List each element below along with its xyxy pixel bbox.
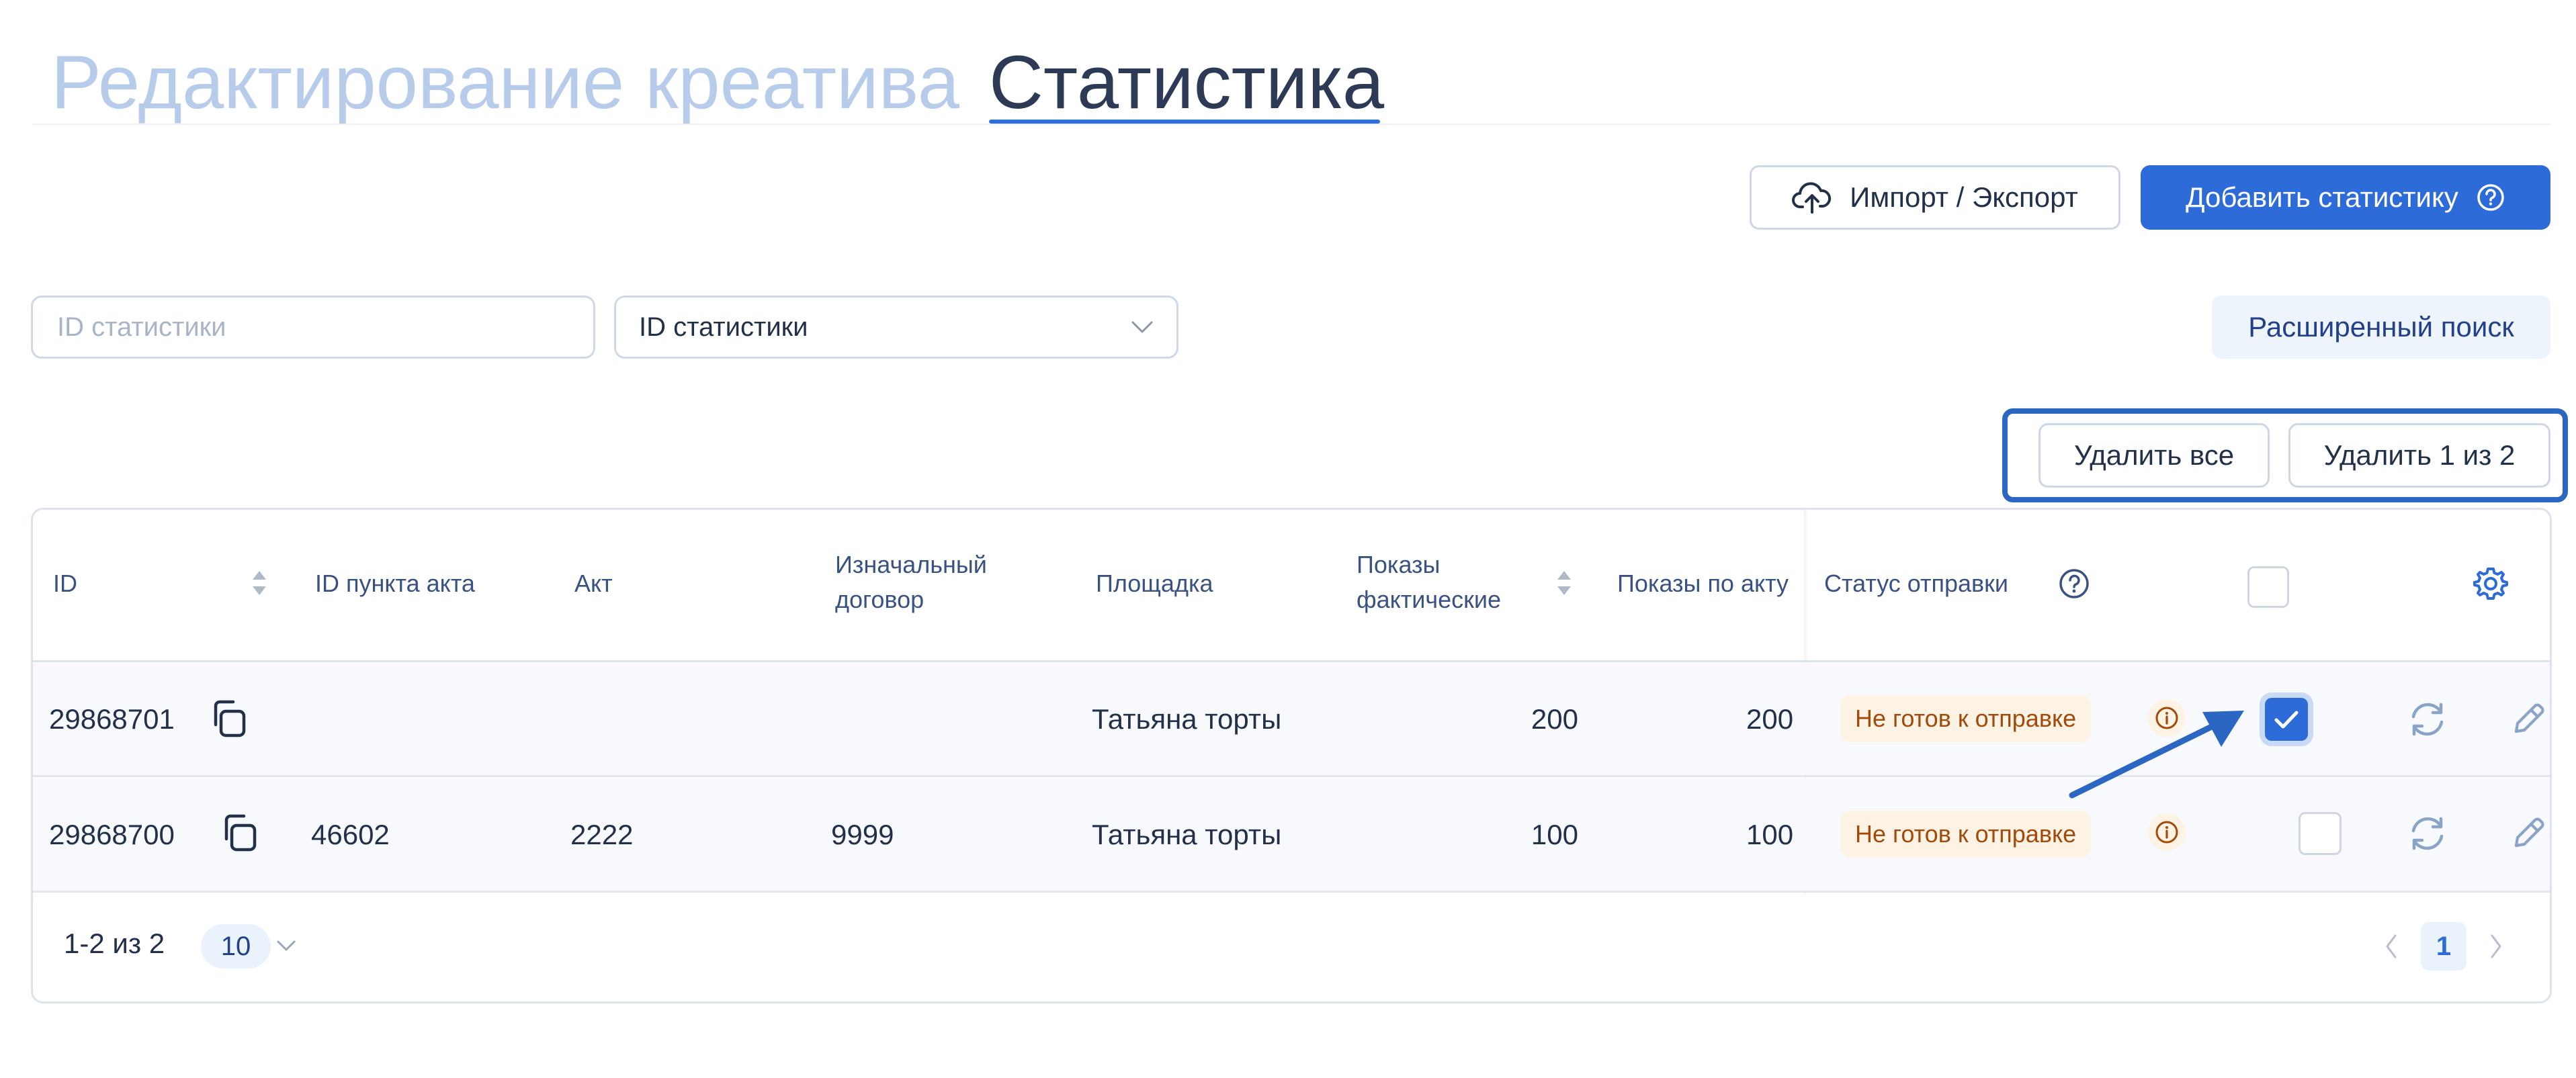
cell-impressions-by-act: 200 — [1746, 703, 1794, 735]
sort-icon[interactable] — [251, 568, 268, 598]
column-header-impressions-actual[interactable]: Показы фактические — [1357, 547, 1501, 617]
cell-act: 2222 — [570, 819, 634, 850]
column-header-original-contract: Изначальный договор — [835, 547, 987, 617]
search-field-select-value: ID статистики — [639, 312, 808, 342]
gear-icon[interactable] — [2472, 565, 2509, 602]
sort-icon[interactable] — [1555, 568, 1573, 598]
delete-all-button[interactable]: Удалить все — [2038, 423, 2270, 488]
table-header-divider — [33, 660, 2550, 662]
cell-act-item-id: 46602 — [311, 819, 390, 850]
cell-original-contract: 9999 — [831, 819, 894, 850]
page-size-value: 10 — [220, 931, 251, 961]
column-header-act-item-id: ID пункта акта — [315, 570, 475, 597]
cell-impressions-actual: 100 — [1531, 819, 1578, 850]
cell-id: 29868700 — [49, 819, 175, 850]
tab-edit-creative[interactable]: Редактирование креатива — [51, 39, 959, 126]
advanced-search-button[interactable]: Расширенный поиск — [2212, 296, 2550, 359]
statistics-id-search-field[interactable] — [31, 296, 595, 359]
cloud-upload-icon — [1792, 180, 1832, 215]
search-field-select[interactable]: ID статистики — [614, 296, 1178, 359]
advanced-search-label: Расширенный поиск — [2248, 311, 2514, 343]
cell-platform: Татьяна торты — [1092, 703, 1282, 735]
column-header-act: Акт — [574, 570, 613, 597]
row-select-checkbox[interactable] — [2299, 812, 2342, 855]
cell-platform: Татьяна торты — [1092, 819, 1282, 850]
cell-impressions-actual: 200 — [1531, 703, 1578, 735]
pencil-icon[interactable] — [2508, 699, 2548, 739]
refresh-icon[interactable] — [2406, 812, 2449, 855]
column-header-impressions-by-act: Показы по акту — [1617, 570, 1789, 597]
cell-id: 29868701 — [49, 703, 175, 735]
column-header-send-status: Статус отправки — [1824, 570, 2009, 597]
delete-all-label: Удалить все — [2073, 439, 2235, 471]
column-header-original-contract-line2: договор — [835, 586, 925, 613]
pencil-icon[interactable] — [2508, 813, 2548, 854]
page-size-select[interactable]: 10 — [201, 924, 271, 969]
row-select-checkbox[interactable] — [2265, 698, 2308, 741]
pagination-range: 1-2 из 2 — [64, 928, 165, 959]
copy-icon[interactable] — [220, 812, 260, 854]
help-circle-icon[interactable] — [2058, 568, 2090, 600]
chevron-right-icon[interactable] — [2488, 933, 2504, 960]
add-statistics-label: Добавить статистику — [2186, 181, 2458, 213]
tab-statistics[interactable]: Статистика — [989, 39, 1384, 126]
delete-selected-button[interactable]: Удалить 1 из 2 — [2288, 423, 2550, 488]
add-statistics-button[interactable]: Добавить статистику — [2141, 165, 2550, 230]
import-export-label: Импорт / Экспорт — [1850, 181, 2078, 213]
column-header-id[interactable]: ID — [53, 566, 77, 601]
column-header-impressions-actual-line2: фактические — [1357, 586, 1502, 613]
header-divider — [32, 124, 2550, 125]
page-1-button[interactable]: 1 — [2421, 922, 2466, 971]
column-header-original-contract-line1: Изначальный — [835, 551, 987, 578]
info-icon[interactable] — [2147, 812, 2187, 852]
status-badge: Не готов к отправке — [1840, 811, 2092, 858]
chevron-down-icon — [1131, 320, 1154, 334]
chevron-down-icon[interactable] — [276, 940, 296, 953]
chevron-left-icon[interactable] — [2383, 933, 2399, 960]
statistics-id-search-input[interactable] — [56, 311, 570, 343]
cell-impressions-by-act: 100 — [1746, 819, 1794, 850]
help-circle-icon — [2476, 183, 2505, 212]
import-export-button[interactable]: Импорт / Экспорт — [1750, 165, 2120, 230]
status-badge: Не готов к отправке — [1840, 695, 2092, 742]
select-all-checkbox[interactable] — [2247, 566, 2289, 608]
page-1-label: 1 — [2436, 931, 2452, 961]
column-header-platform: Площадка — [1096, 570, 1213, 597]
delete-selected-label: Удалить 1 из 2 — [2323, 439, 2516, 471]
arrow-annotation — [2069, 711, 2244, 799]
column-header-id-label: ID — [53, 570, 77, 597]
copy-icon[interactable] — [209, 698, 249, 739]
column-header-impressions-actual-line1: Показы — [1357, 551, 1441, 578]
refresh-icon[interactable] — [2406, 698, 2449, 741]
